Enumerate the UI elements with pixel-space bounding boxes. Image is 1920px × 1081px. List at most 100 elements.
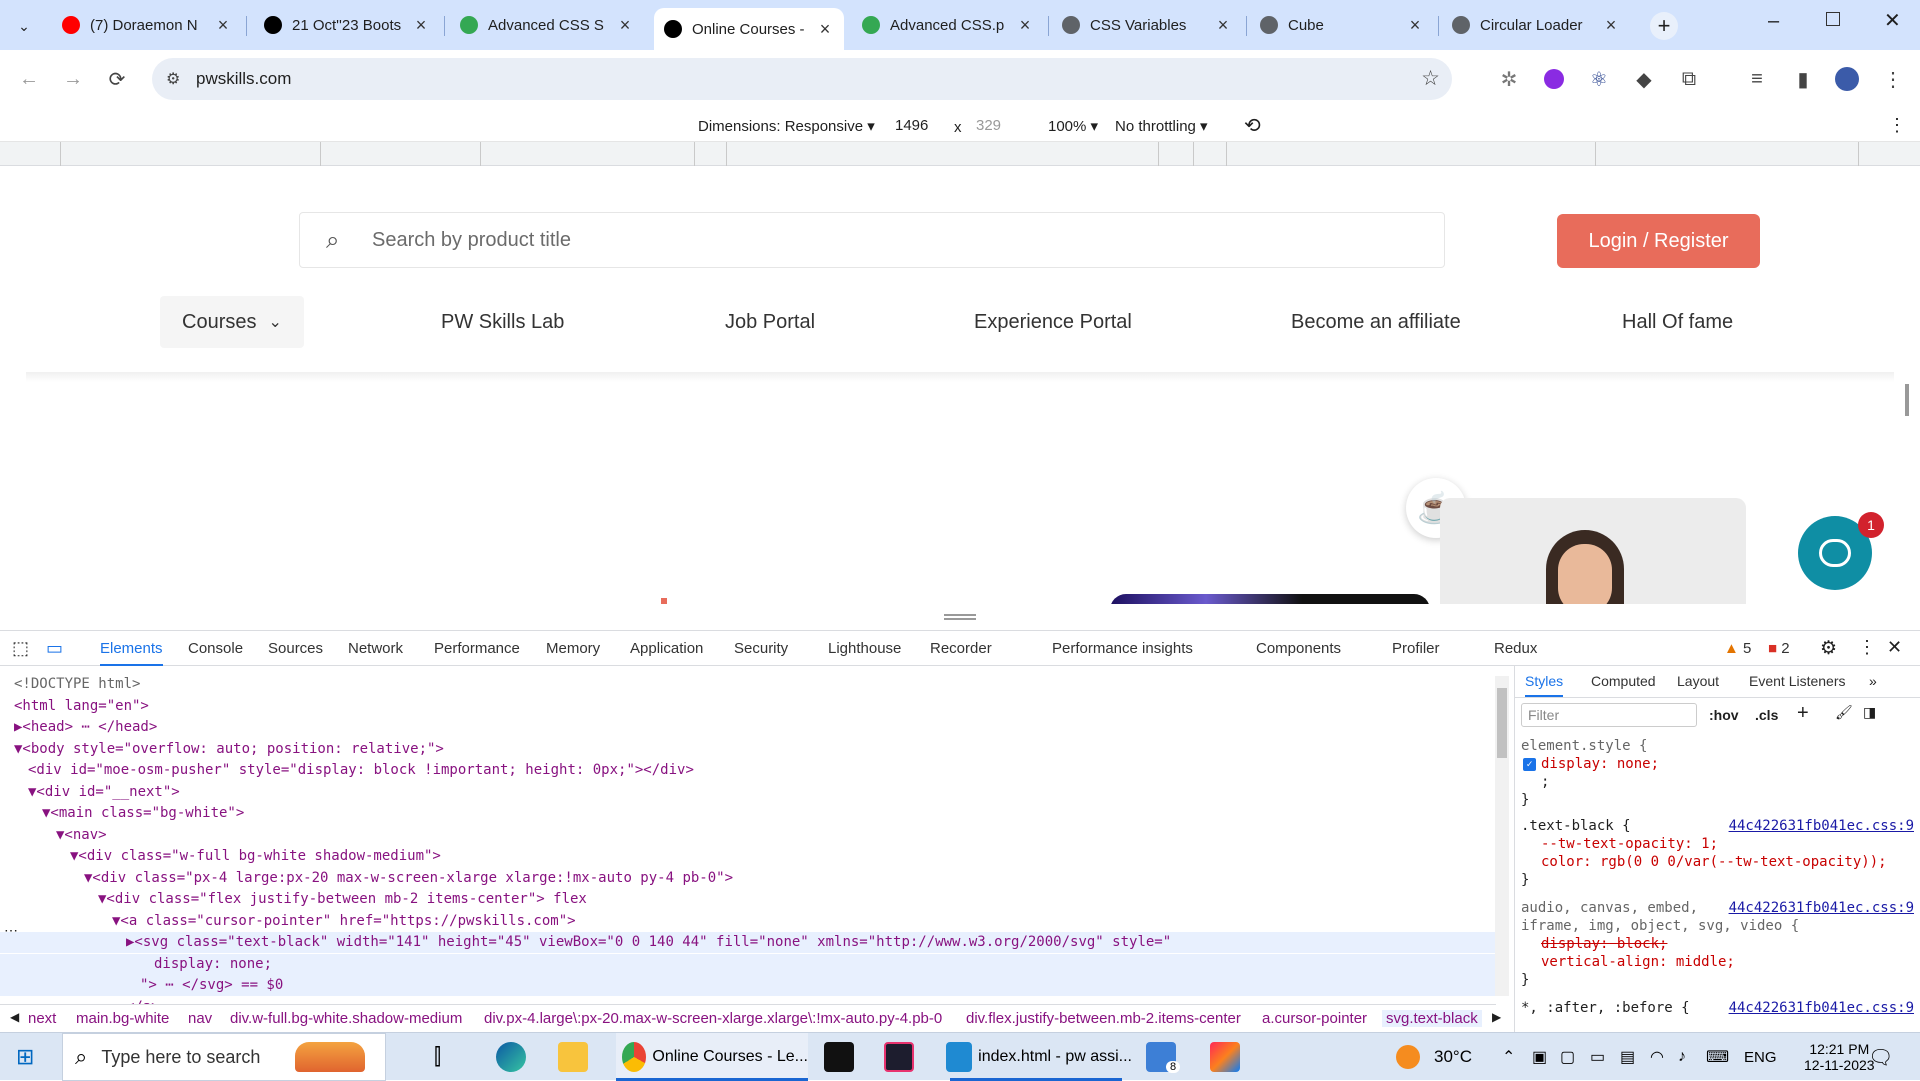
- breadcrumb-item[interactable]: nav: [188, 1010, 212, 1027]
- browser-tab[interactable]: (7) Doraemon N ×: [52, 8, 242, 42]
- style-declaration[interactable]: element.style {: [1521, 738, 1647, 754]
- close-tab-icon[interactable]: ×: [616, 15, 634, 36]
- tray-chevron-icon[interactable]: ⌃: [1502, 1033, 1515, 1081]
- file-explorer-icon[interactable]: [558, 1033, 588, 1081]
- stylesheet-link[interactable]: 44c422631fb041ec.css:9: [1729, 818, 1914, 834]
- styles-filter-input[interactable]: Filter: [1521, 703, 1697, 727]
- tab-search-button[interactable]: ⌄: [12, 14, 36, 38]
- devtools-tab-application[interactable]: Application: [630, 640, 703, 657]
- intellij-icon[interactable]: [1210, 1033, 1240, 1081]
- close-window-button[interactable]: ✕: [1884, 8, 1901, 33]
- dom-node-line[interactable]: ▼<main class="bg-white">: [0, 803, 244, 824]
- clock[interactable]: 12:21 PM 12-11-2023: [1804, 1033, 1875, 1081]
- dom-node-line[interactable]: display: none;: [0, 953, 1496, 975]
- volume-icon[interactable]: ♪: [1678, 1033, 1686, 1081]
- throttle-dropdown[interactable]: No throttling ▾: [1115, 117, 1208, 135]
- breadcrumb-right-arrow-icon[interactable]: ▶: [1492, 1010, 1501, 1024]
- devtools-tab-components[interactable]: Components: [1256, 640, 1341, 657]
- devtools-tab-elements[interactable]: Elements: [100, 640, 163, 666]
- devtools-tab-lighthouse[interactable]: Lighthouse: [828, 640, 901, 657]
- devtools-settings-icon[interactable]: ⚙: [1820, 637, 1837, 660]
- close-tab-icon[interactable]: ×: [816, 19, 834, 40]
- style-declaration[interactable]: --tw-text-opacity: 1;: [1541, 836, 1718, 852]
- browser-tab[interactable]: Advanced CSS.p ×: [852, 8, 1044, 42]
- close-tab-icon[interactable]: ×: [1214, 15, 1232, 36]
- close-tab-icon[interactable]: ×: [412, 15, 430, 36]
- dom-node-line[interactable]: <html lang="en">: [0, 696, 149, 717]
- forward-icon[interactable]: →: [60, 66, 86, 92]
- profile-avatar-icon[interactable]: [1834, 66, 1860, 92]
- style-declaration[interactable]: }: [1521, 792, 1529, 808]
- viewport-side-handle[interactable]: [1905, 384, 1909, 416]
- extension-cat-icon[interactable]: ◆: [1631, 66, 1657, 92]
- dom-node-line[interactable]: ▶<head> ⋯ </head>: [0, 717, 157, 738]
- browser-tab[interactable]: CSS Variables ×: [1052, 8, 1242, 42]
- terminal-icon[interactable]: [884, 1033, 914, 1081]
- styles-tab-event-listeners[interactable]: Event Listeners: [1749, 673, 1846, 689]
- breadcrumb-item[interactable]: svg.text-black: [1382, 1010, 1482, 1027]
- reload-icon[interactable]: ⟳: [104, 66, 130, 92]
- elements-dom-tree[interactable]: <!DOCTYPE html> <html lang="en"> ▶<head> ⋯…: [0, 666, 1496, 1004]
- dom-ellipsis-icon[interactable]: ⋯: [4, 922, 18, 939]
- mail-icon[interactable]: 8: [1146, 1033, 1181, 1081]
- dom-node-line[interactable]: ▼<a class="cursor-pointer" href="https:/…: [0, 911, 576, 932]
- nav-job-portal[interactable]: Job Portal: [725, 296, 815, 348]
- close-tab-icon[interactable]: ×: [1016, 15, 1034, 36]
- breadcrumb-item[interactable]: main.bg-white: [76, 1010, 169, 1027]
- rotate-icon[interactable]: ⟲: [1244, 113, 1261, 138]
- weather-icon[interactable]: 30°C: [1396, 1033, 1472, 1081]
- style-declaration[interactable]: color: rgb(0 0 0/var(--tw-text-opacity))…: [1541, 854, 1887, 870]
- sidebar-toggle-icon[interactable]: ◨: [1863, 704, 1876, 721]
- devtools-tab-profiler[interactable]: Profiler: [1392, 640, 1440, 657]
- style-declaration[interactable]: }: [1521, 872, 1529, 888]
- height-input[interactable]: 329: [976, 117, 1001, 134]
- dom-scrollbar[interactable]: [1495, 676, 1509, 996]
- dom-node-line[interactable]: ▼<div class="px-4 large:px-20 max-w-scre…: [0, 868, 733, 889]
- dom-node-line[interactable]: ▼<div class="w-full bg-white shadow-medi…: [0, 846, 441, 867]
- cls-toggle[interactable]: .cls: [1755, 707, 1778, 723]
- style-declaration[interactable]: ;: [1541, 774, 1549, 790]
- breadcrumb-item[interactable]: div.w-full.bg-white.shadow-medium: [230, 1010, 462, 1027]
- devtools-tab-recorder[interactable]: Recorder: [930, 640, 992, 657]
- notifications-icon[interactable]: 🗨: [1868, 1033, 1893, 1081]
- restore-button[interactable]: [1826, 12, 1840, 26]
- bookmark-star-icon[interactable]: ☆: [1421, 66, 1440, 91]
- device-menu-icon[interactable]: ⋮: [1888, 115, 1906, 136]
- keyboard-icon[interactable]: ⌨: [1706, 1033, 1729, 1081]
- warnings-badge[interactable]: ▲ 5: [1724, 640, 1751, 657]
- styles-tab-computed[interactable]: Computed: [1591, 673, 1656, 689]
- close-tab-icon[interactable]: ×: [1602, 15, 1620, 36]
- new-tab-button[interactable]: +: [1650, 12, 1678, 40]
- breadcrumb-item[interactable]: a.cursor-pointer: [1262, 1010, 1367, 1027]
- chrome-taskbar-item[interactable]: Online Courses - Le...: [616, 1033, 808, 1081]
- stylesheet-link[interactable]: 44c422631fb041ec.css:9: [1729, 900, 1914, 916]
- devtools-close-icon[interactable]: ✕: [1887, 637, 1902, 658]
- language-indicator[interactable]: ENG: [1744, 1033, 1777, 1081]
- errors-badge[interactable]: ■ 2: [1768, 640, 1790, 657]
- stylesheet-link[interactable]: 44c422631fb041ec.css:9: [1729, 1000, 1914, 1016]
- width-input[interactable]: 1496: [895, 117, 928, 134]
- close-tab-icon[interactable]: ×: [214, 15, 232, 36]
- browser-tab[interactable]: Advanced CSS S ×: [450, 8, 644, 42]
- styles-tab-layout[interactable]: Layout: [1677, 673, 1719, 689]
- style-declaration[interactable]: iframe, img, object, svg, video {: [1521, 918, 1799, 934]
- devtools-tab-memory[interactable]: Memory: [546, 640, 600, 657]
- browser-menu-icon[interactable]: ⋮: [1880, 66, 1906, 92]
- more-tabs-icon[interactable]: »: [1869, 673, 1877, 689]
- extension-bug-icon[interactable]: ✲: [1496, 66, 1522, 92]
- media-query-ruler[interactable]: [0, 142, 1920, 166]
- dom-node-line[interactable]: ▼<div class="flex justify-between mb-2 i…: [0, 889, 587, 910]
- devtools-menu-icon[interactable]: ⋮: [1858, 637, 1876, 658]
- browser-tab[interactable]: Online Courses - ×: [654, 8, 844, 50]
- dom-node-line[interactable]: <div id="moe-osm-pusher" style="display:…: [0, 760, 694, 781]
- new-style-rule-icon[interactable]: +: [1797, 702, 1809, 725]
- login-register-button[interactable]: Login / Register: [1557, 214, 1760, 268]
- style-declaration[interactable]: .text-black {: [1521, 818, 1631, 834]
- devtools-tab-security[interactable]: Security: [734, 640, 788, 657]
- viewport-resize-handle[interactable]: [944, 614, 976, 620]
- extensions-puzzle-icon[interactable]: ⧉: [1676, 66, 1702, 92]
- taskbar-search-box[interactable]: ⌕ Type here to search: [62, 1033, 386, 1081]
- notion-icon[interactable]: [824, 1033, 854, 1081]
- media-control-icon[interactable]: ≡: [1744, 66, 1770, 92]
- wifi-icon[interactable]: ◠: [1650, 1033, 1664, 1081]
